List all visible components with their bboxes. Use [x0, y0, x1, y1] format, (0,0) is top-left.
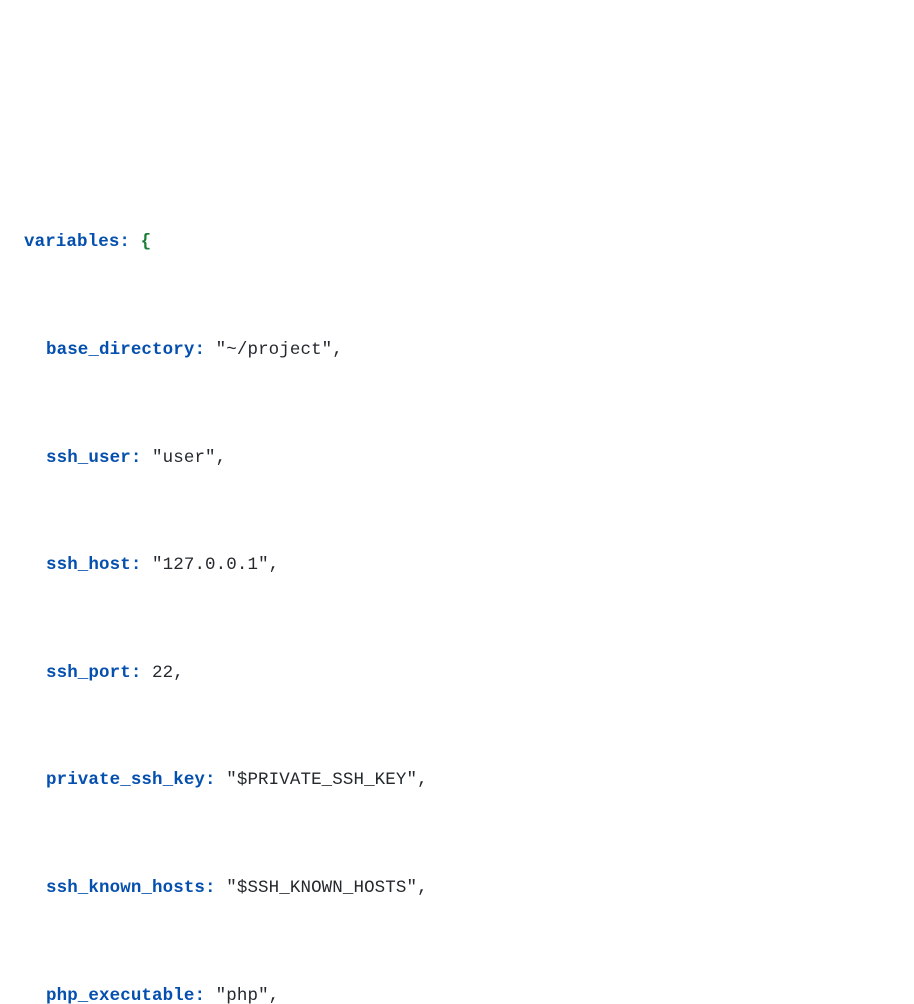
comma: ,: [417, 878, 428, 898]
key-variables: variables: [24, 232, 119, 252]
line-ssh-known-hosts: ssh_known_hosts: "$SSH_KNOWN_HOSTS",: [24, 871, 914, 907]
comma: ,: [269, 555, 280, 575]
comma: ,: [173, 663, 184, 683]
colon: :: [194, 986, 205, 1004]
line-private-ssh-key: private_ssh_key: "$PRIVATE_SSH_KEY",: [24, 763, 914, 799]
line-ssh-user: ssh_user: "user",: [24, 441, 914, 477]
line-variables: variables: {: [24, 225, 914, 261]
line-base-directory: base_directory: "~/project",: [24, 333, 914, 369]
colon: :: [205, 878, 216, 898]
value-php-executable: "php": [216, 986, 269, 1004]
key-base-directory: base_directory: [46, 340, 194, 360]
key-private-ssh-key: private_ssh_key: [46, 770, 205, 790]
comma: ,: [269, 986, 280, 1004]
comma: ,: [216, 448, 227, 468]
colon: :: [131, 663, 142, 683]
colon: :: [119, 232, 130, 252]
value-private-ssh-key: "$PRIVATE_SSH_KEY": [226, 770, 417, 790]
code-block: variables: { base_directory: "~/project"…: [24, 154, 914, 1004]
colon: :: [194, 340, 205, 360]
value-ssh-user: "user": [152, 448, 216, 468]
value-ssh-host: "127.0.0.1": [152, 555, 269, 575]
colon: :: [131, 448, 142, 468]
key-ssh-known-hosts: ssh_known_hosts: [46, 878, 205, 898]
key-ssh-host: ssh_host: [46, 555, 131, 575]
key-php-executable: php_executable: [46, 986, 194, 1004]
colon: :: [205, 770, 216, 790]
key-ssh-port: ssh_port: [46, 663, 131, 683]
value-ssh-port: 22: [152, 663, 173, 683]
open-brace: {: [141, 232, 152, 252]
colon: :: [131, 555, 142, 575]
comma: ,: [332, 340, 343, 360]
value-ssh-known-hosts: "$SSH_KNOWN_HOSTS": [226, 878, 417, 898]
line-ssh-port: ssh_port: 22,: [24, 656, 914, 692]
line-ssh-host: ssh_host: "127.0.0.1",: [24, 548, 914, 584]
line-php-executable: php_executable: "php",: [24, 979, 914, 1004]
comma: ,: [417, 770, 428, 790]
key-ssh-user: ssh_user: [46, 448, 131, 468]
value-base-directory: "~/project": [216, 340, 333, 360]
